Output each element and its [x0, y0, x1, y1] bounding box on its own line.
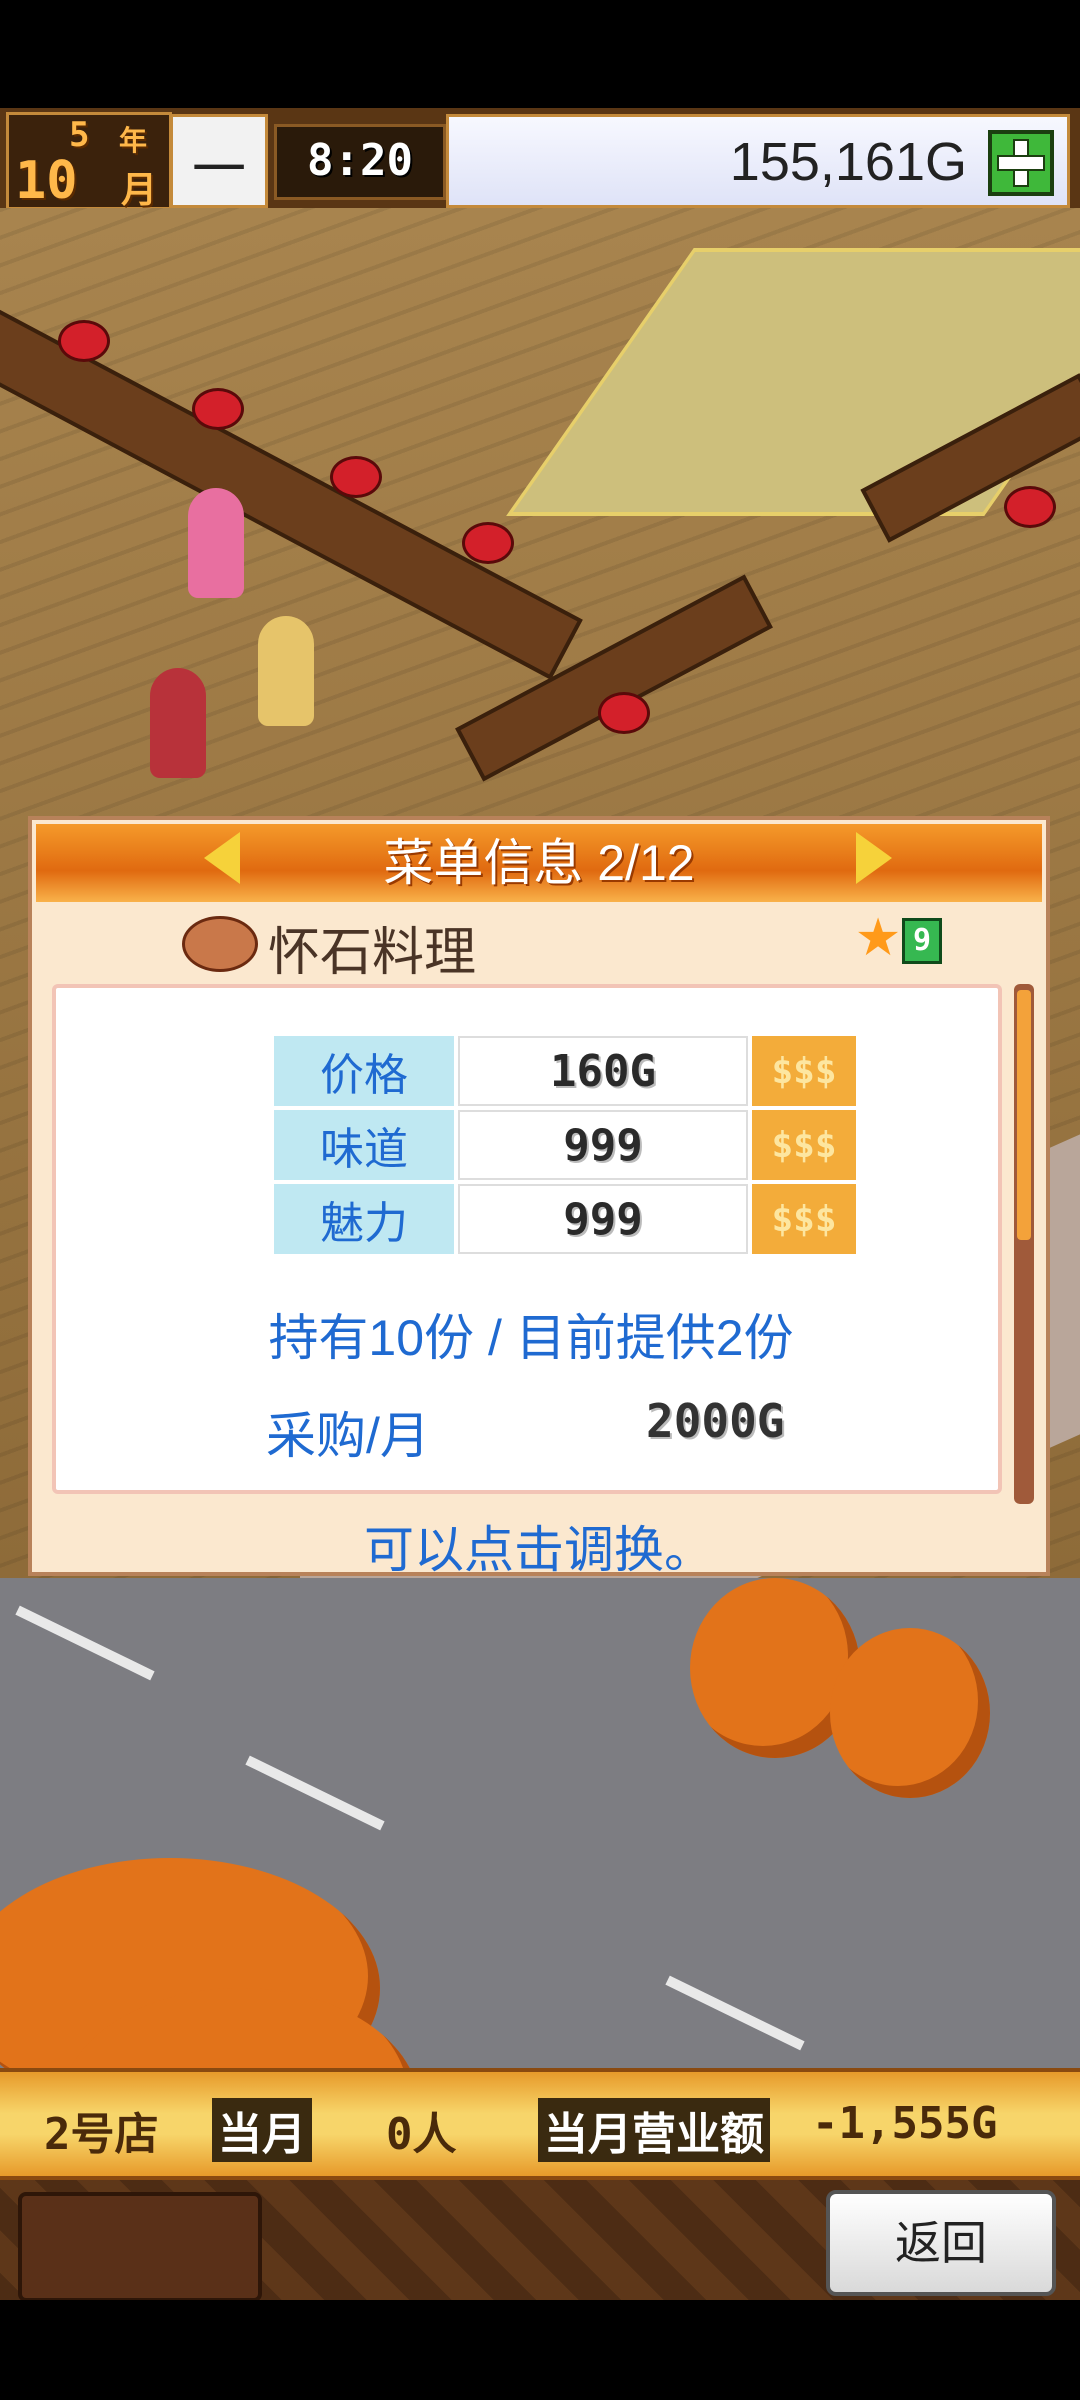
stat-label: 魅力 [274, 1184, 454, 1254]
revenue-value: -1,555G [812, 2098, 998, 2149]
panel-header: 菜单信息 2/12 [36, 824, 1042, 902]
customer-sprite[interactable] [188, 488, 244, 598]
upgrade-taste-button[interactable]: $$$ [752, 1110, 856, 1180]
stool [598, 692, 650, 734]
dish-icon [182, 916, 258, 972]
plus-icon [997, 139, 1045, 187]
year-value: 5 [69, 115, 90, 155]
swap-hint: 可以点击调换。 [364, 1522, 714, 1578]
upgrade-price-button[interactable]: $$$ [752, 1036, 856, 1106]
customer-sprite[interactable] [150, 668, 206, 778]
stool [1004, 486, 1056, 528]
empty-slot [18, 2192, 262, 2302]
stool [192, 388, 244, 430]
month-value: 10 [15, 151, 78, 211]
star-icon: ★ [854, 908, 902, 968]
month-unit: 月 [121, 170, 158, 211]
dish-name: 怀石料理 [268, 924, 477, 982]
stats-table: 价格 160G $$$ 味道 999 $$$ 魅力 999 $$$ [270, 1032, 860, 1258]
dish-details[interactable]: 价格 160G $$$ 味道 999 $$$ 魅力 999 $$$ 持有10份 … [52, 984, 1002, 1494]
stool [58, 320, 110, 362]
stock-info: 持有10份 / 目前提供2份 [268, 1310, 794, 1366]
stat-label: 价格 [274, 1036, 454, 1106]
next-arrow-icon[interactable] [856, 832, 892, 884]
month-label: 当月 [212, 2098, 312, 2162]
add-money-button[interactable] [988, 130, 1054, 196]
weekday: 一 [192, 138, 246, 201]
purchase-label: 采购/月 [266, 1408, 430, 1464]
clock-icon: 一 [170, 114, 268, 208]
rank-badge: 9 [902, 918, 942, 964]
year-unit: 年 [119, 124, 148, 157]
stat-value: 999 [458, 1110, 748, 1180]
dish-row: 怀石料理 ★ 9 [32, 904, 1046, 984]
money-display: 155,161G [446, 114, 1070, 208]
staff-sprite[interactable] [258, 616, 314, 726]
status-bar [0, 0, 1080, 105]
store-label: 2号店 [44, 2109, 159, 2160]
scrollbar-thumb[interactable] [1017, 990, 1031, 1240]
stat-row-taste: 味道 999 $$$ [274, 1110, 856, 1180]
menu-info-panel: 菜单信息 2/12 怀石料理 ★ 9 价格 160G $$$ 味道 999 $$… [28, 816, 1050, 1578]
purchase-value: 2000G [646, 1394, 785, 1448]
stat-value: 160G [458, 1036, 748, 1106]
visitor-count: 0人 [386, 2109, 457, 2160]
hud-bar: 5 年 10 月 一 8:20 155,161G [0, 108, 1080, 211]
upgrade-appeal-button[interactable]: $$$ [752, 1184, 856, 1254]
autumn-tree [830, 1628, 990, 1798]
stat-row-price: 价格 160G $$$ [274, 1036, 856, 1106]
back-button[interactable]: 返回 [826, 2190, 1056, 2296]
stool [462, 522, 514, 564]
stat-row-appeal: 魅力 999 $$$ [274, 1184, 856, 1254]
revenue-label: 当月营业额 [538, 2098, 770, 2162]
stat-label: 味道 [274, 1110, 454, 1180]
time-value: 8:20 [307, 135, 413, 186]
date-display: 5 年 10 月 [6, 112, 172, 211]
money-value: 155,161G [729, 132, 967, 192]
time-display: 8:20 [274, 124, 446, 200]
bottom-bar: 返回 [0, 2180, 1080, 2400]
stool [330, 456, 382, 498]
system-nav-bar [0, 2300, 1080, 2400]
stat-value: 999 [458, 1184, 748, 1254]
store-info-bar: 2号店 当月 0人 当月营业额 -1,555G [0, 2068, 1080, 2180]
